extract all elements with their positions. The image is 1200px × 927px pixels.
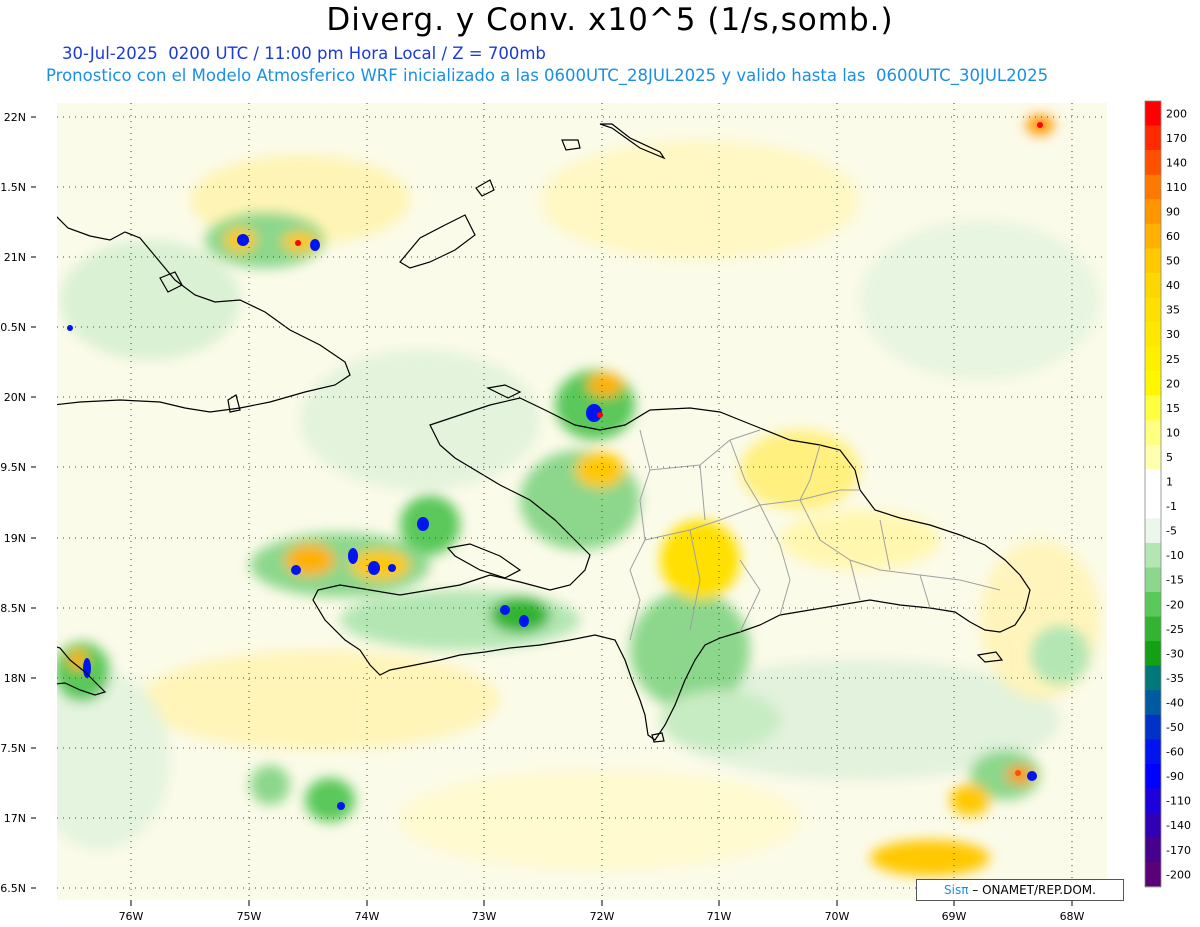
colorbar-label: 60 — [1166, 230, 1180, 243]
colorbar-swatch — [1145, 837, 1161, 863]
colorbar-swatch — [1145, 248, 1161, 274]
lon-label: 68W — [1060, 910, 1085, 923]
lon-label: 76W — [119, 910, 144, 923]
colorbar-label: 10 — [1166, 426, 1180, 439]
colorbar-label: -35 — [1166, 672, 1184, 685]
colorbar-swatch — [1145, 567, 1161, 593]
lat-label: 18.5N — [0, 602, 26, 615]
lat-label: 17N — [4, 812, 26, 825]
lat-label: 17.5N — [0, 742, 26, 755]
colorbar-swatch — [1145, 690, 1161, 716]
colorbar-swatch — [1145, 346, 1161, 372]
colorbar: 200 170 140 110 90 60 50 40 35 30 25 20 15 10 5 1 -1 -5 -1… — [1144, 100, 1191, 888]
lat-label: 20.5N — [0, 321, 26, 334]
colorbar-swatch — [1145, 616, 1161, 642]
lon-label: 75W — [237, 910, 262, 923]
colorbar-label: -30 — [1166, 647, 1184, 660]
colorbar-label: 110 — [1166, 181, 1187, 194]
lat-label: 22N — [4, 111, 26, 124]
colorbar-label: 30 — [1166, 328, 1180, 341]
colorbar-swatch — [1145, 444, 1161, 470]
colorbar-swatch — [1145, 813, 1161, 839]
colorbar-swatch — [1145, 592, 1161, 618]
lon-label: 70W — [825, 910, 850, 923]
divergence-map: 22N 21.5N 21N 20.5N 20N 19.5N 19N 18.5N … — [0, 100, 1191, 923]
colorbar-swatch — [1145, 395, 1161, 421]
colorbar-label: -60 — [1166, 746, 1184, 759]
colorbar-label: -170 — [1166, 844, 1191, 857]
colorbar-label: 50 — [1166, 255, 1180, 268]
colorbar-swatch — [1145, 297, 1161, 323]
colorbar-swatch — [1145, 174, 1161, 200]
colorbar-swatch — [1145, 665, 1161, 691]
colorbar-label: 90 — [1166, 206, 1180, 219]
colorbar-label: 25 — [1166, 353, 1180, 366]
colorbar-label: 1 — [1166, 476, 1173, 489]
lat-label: 21N — [4, 251, 26, 264]
colorbar-label: 40 — [1166, 279, 1180, 292]
lon-label: 71W — [707, 910, 732, 923]
colorbar-swatch — [1145, 518, 1161, 544]
colorbar-swatch — [1145, 101, 1161, 127]
credit-box: Sisπ – ONAMET/REP.DOM. — [916, 879, 1124, 901]
colorbar-label: 5 — [1166, 451, 1173, 464]
lat-label: 18N — [4, 672, 26, 685]
colorbar-label: -25 — [1166, 623, 1184, 636]
colorbar-swatch — [1145, 493, 1161, 519]
colorbar-swatch — [1145, 763, 1161, 789]
colorbar-label: -140 — [1166, 819, 1191, 832]
colorbar-swatch — [1145, 714, 1161, 740]
colorbar-swatch — [1145, 739, 1161, 765]
colorbar-label: 35 — [1166, 304, 1180, 317]
colorbar-label: 200 — [1166, 107, 1187, 120]
colorbar-label: -10 — [1166, 549, 1184, 562]
longitude-labels: 76W 75W 74W 73W 72W 71W 70W 69W 68W — [119, 910, 1085, 923]
lat-label: 16.5N — [0, 882, 26, 895]
colorbar-swatch — [1145, 125, 1161, 151]
sispi-logo: Sisπ — [944, 883, 969, 897]
colorbar-swatch — [1145, 223, 1161, 249]
lon-label: 74W — [355, 910, 380, 923]
lat-label: 19N — [4, 532, 26, 545]
colorbar-label: -200 — [1166, 868, 1191, 881]
colorbar-label: -110 — [1166, 795, 1191, 808]
colorbar-label: -1 — [1166, 500, 1177, 513]
lat-label: 20N — [4, 391, 26, 404]
colorbar-swatch — [1145, 862, 1161, 888]
colorbar-swatch — [1145, 420, 1161, 446]
colorbar-label: -90 — [1166, 770, 1184, 783]
lat-label: 19.5N — [0, 461, 26, 474]
colorbar-swatch — [1145, 542, 1161, 568]
colorbar-swatch — [1145, 641, 1161, 667]
lon-label: 73W — [472, 910, 497, 923]
colorbar-label: 15 — [1166, 402, 1180, 415]
colorbar-label: -50 — [1166, 721, 1184, 734]
colorbar-label: 20 — [1166, 377, 1180, 390]
colorbar-label: -15 — [1166, 574, 1184, 587]
colorbar-label: 170 — [1166, 132, 1187, 145]
colorbar-label: -20 — [1166, 598, 1184, 611]
colorbar-swatch — [1145, 371, 1161, 397]
lat-label: 21.5N — [0, 181, 26, 194]
lon-label: 72W — [590, 910, 615, 923]
lon-label: 69W — [942, 910, 967, 923]
colorbar-label: -5 — [1166, 525, 1177, 538]
credit-text: – ONAMET/REP.DOM. — [972, 883, 1096, 897]
colorbar-swatch — [1145, 469, 1161, 495]
colorbar-label: -40 — [1166, 697, 1184, 710]
colorbar-swatch — [1145, 322, 1161, 348]
colorbar-swatch — [1145, 272, 1161, 298]
colorbar-swatch — [1145, 199, 1161, 225]
colorbar-swatch — [1145, 788, 1161, 814]
colorbar-swatch — [1145, 150, 1161, 176]
latitude-labels: 22N 21.5N 21N 20.5N 20N 19.5N 19N 18.5N … — [0, 111, 26, 895]
colorbar-label: 140 — [1166, 156, 1187, 169]
